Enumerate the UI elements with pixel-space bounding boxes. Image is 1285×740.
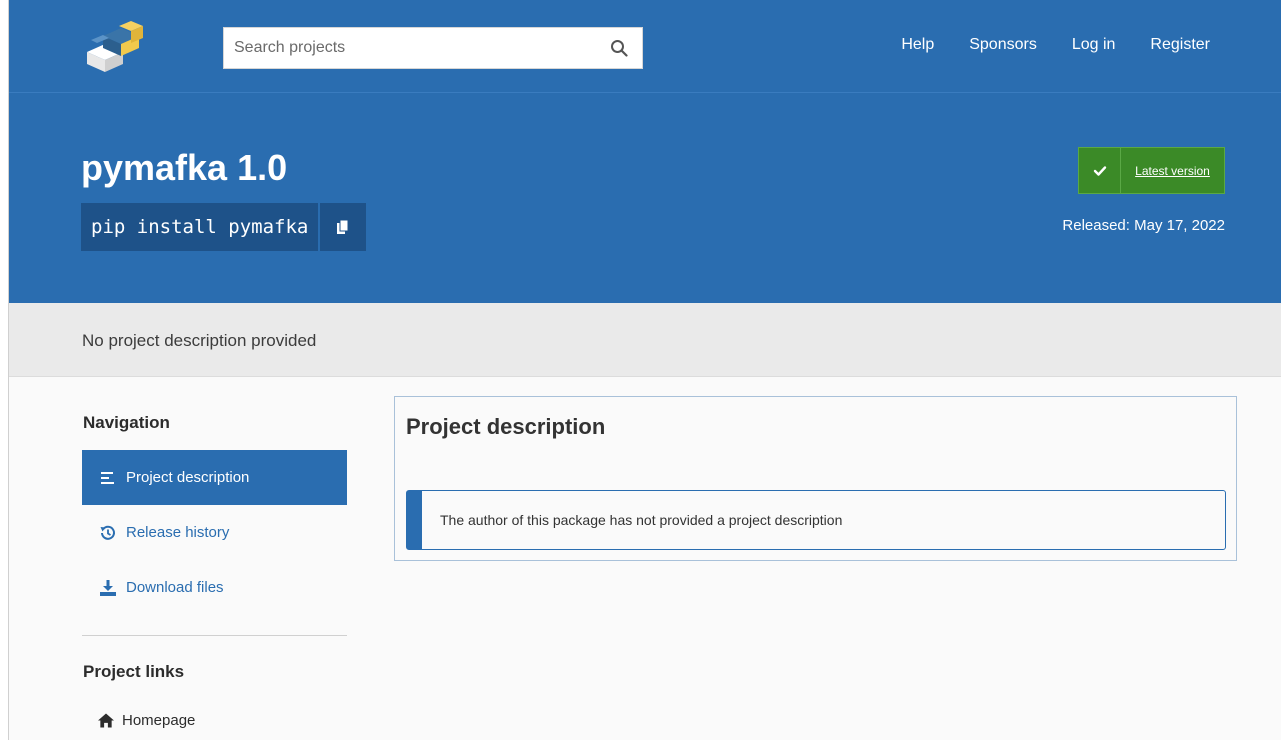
no-description-notice: The author of this package has not provi… (406, 490, 1226, 550)
search-input[interactable] (234, 28, 606, 68)
window-frame-right (1281, 0, 1285, 740)
top-navigation-bar: Help Sponsors Log in Register (9, 0, 1281, 92)
navigation-heading: Navigation (83, 413, 170, 432)
sidebar-divider (82, 635, 347, 636)
download-icon (100, 579, 116, 596)
project-links-heading: Project links (83, 662, 185, 681)
package-title: pymafka 1.0 (81, 147, 288, 188)
pip-command-text[interactable]: pip install pymafka (81, 203, 319, 251)
project-description-panel: Project description The author of this p… (394, 396, 1237, 561)
search-button[interactable] (606, 35, 632, 61)
history-icon (100, 525, 116, 541)
pypi-logo-icon[interactable] (79, 18, 153, 74)
header-nav-links: Help Sponsors Log in Register (901, 36, 1210, 54)
latest-version-label[interactable]: Latest version (1121, 148, 1224, 193)
sidebar-item-label: Project description (126, 469, 250, 486)
project-description-title: Project description (406, 414, 606, 439)
nav-link-register[interactable]: Register (1150, 36, 1210, 54)
package-header: pymafka 1.0 pip install pymafka Latest v… (9, 92, 1281, 303)
page: Help Sponsors Log in Register pymafka 1.… (9, 0, 1281, 740)
sidebar-item-label: Download files (126, 579, 224, 596)
window-frame-left (0, 0, 9, 740)
home-icon (98, 713, 114, 729)
search-bar (223, 27, 643, 69)
nav-link-sponsors[interactable]: Sponsors (969, 36, 1037, 54)
sidebar-item-project-description[interactable]: Project description (82, 450, 347, 505)
summary-text: No project description provided (82, 331, 317, 350)
align-left-icon (100, 470, 116, 486)
copy-icon (337, 219, 349, 234)
package-summary: No project description provided (9, 303, 1281, 377)
latest-version-badge[interactable]: Latest version (1078, 147, 1225, 194)
sidebar-item-download-files[interactable]: Download files (82, 560, 347, 615)
nav-link-login[interactable]: Log in (1072, 36, 1116, 54)
pip-install-box: pip install pymafka (81, 203, 367, 251)
sidebar-item-release-history[interactable]: Release history (82, 505, 347, 560)
sidebar-link-label: Homepage (122, 712, 196, 729)
nav-link-help[interactable]: Help (901, 36, 934, 54)
search-icon (611, 40, 628, 57)
sidebar-item-label: Release history (126, 524, 230, 541)
sidebar-link-homepage[interactable]: Homepage (82, 693, 347, 740)
check-icon (1079, 148, 1121, 193)
release-date: Released: May 17, 2022 (1062, 217, 1225, 234)
copy-command-button[interactable] (320, 203, 367, 251)
